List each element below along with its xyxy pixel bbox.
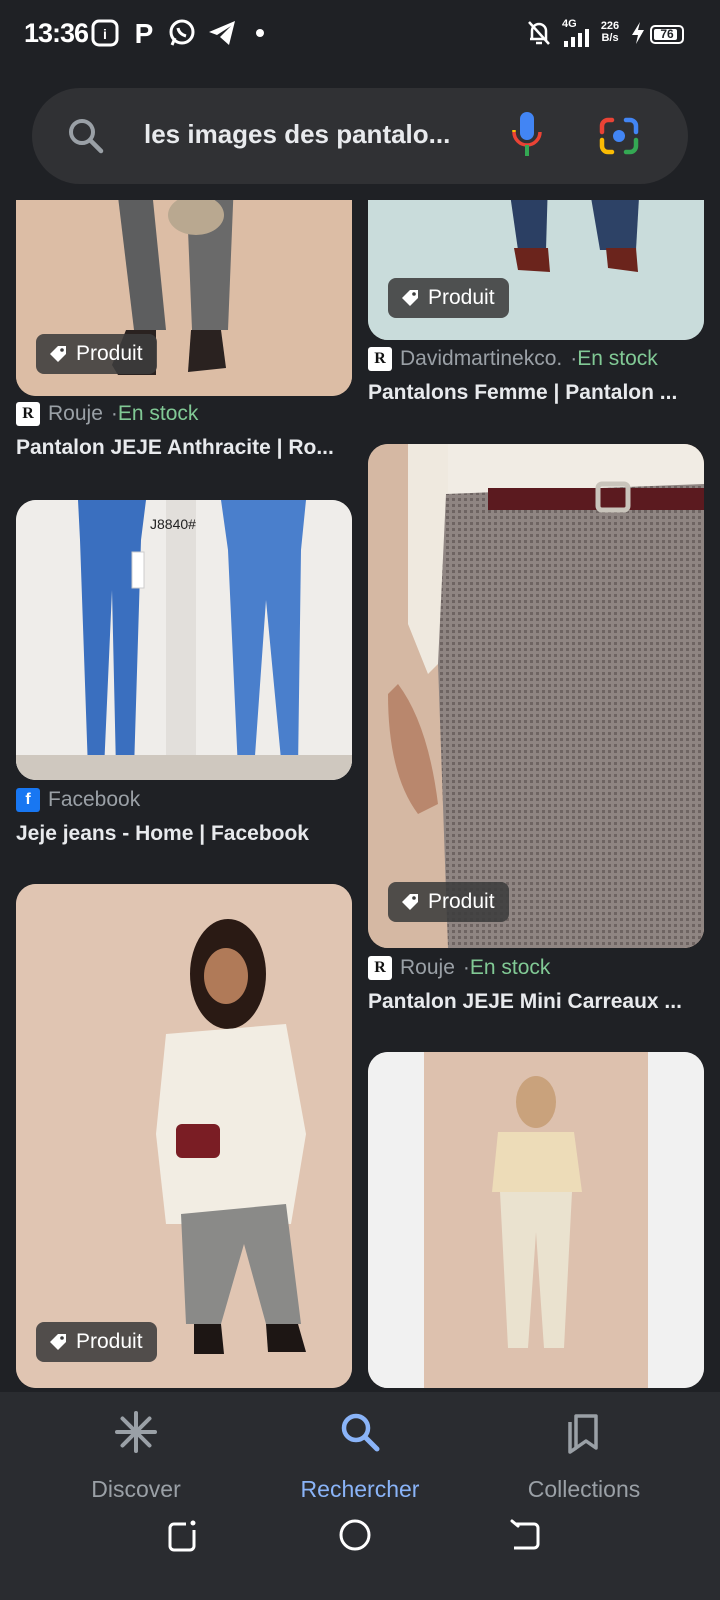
battery-icon: 76 [650, 25, 684, 44]
home-icon[interactable] [338, 1518, 372, 1557]
product-badge: Produit [388, 882, 509, 922]
bottom-navigation: Discover Rechercher Collections [0, 1392, 720, 1600]
result-source[interactable]: R Rouje · En stock [368, 956, 550, 980]
result-card[interactable]: Produit R Rouje · En stock Pantalon JEJE… [16, 200, 352, 470]
source-separator: · [570, 347, 578, 370]
result-card[interactable]: Produit R Davidmartinekco. · En stock Pa… [368, 200, 704, 420]
product-badge: Produit [36, 1322, 157, 1362]
result-title[interactable]: Pantalon JEJE Anthracite | Ro... [16, 436, 352, 460]
search-icon[interactable] [66, 116, 106, 161]
search-bar[interactable]: les images des pantalo... [32, 88, 688, 184]
result-source[interactable]: R Davidmartinekco. · En stock [368, 347, 658, 371]
recents-icon[interactable] [166, 1518, 200, 1557]
result-image[interactable] [368, 200, 704, 340]
result-source[interactable]: f Facebook [16, 788, 140, 812]
nav-discover[interactable]: Discover [36, 1410, 236, 1502]
nav-label: Rechercher [300, 1476, 420, 1502]
whatsapp-icon [166, 18, 198, 48]
asterisk-icon [115, 1411, 157, 1453]
stock-status: En stock [117, 402, 199, 425]
result-image[interactable]: J8840# [16, 500, 352, 780]
google-lens-icon[interactable] [598, 116, 640, 161]
back-icon[interactable] [508, 1518, 542, 1557]
nav-label: Collections [527, 1476, 641, 1502]
collections-icon [568, 1414, 598, 1454]
notification-dot-icon [254, 18, 266, 48]
source-name: Rouje [48, 402, 103, 425]
status-bar: 13:36 i P 4G 226 B/s 76 [0, 0, 720, 72]
source-name: Facebook [48, 788, 141, 811]
product-badge: Produit [36, 334, 157, 374]
nav-search[interactable]: Rechercher [260, 1410, 460, 1502]
source-separator: · [462, 956, 470, 979]
svg-text:i: i [103, 26, 107, 42]
gallery-app-icon: i [90, 18, 120, 48]
tag-icon [402, 290, 418, 306]
search-icon [341, 1413, 380, 1452]
nav-collections[interactable]: Collections [484, 1410, 684, 1502]
image-results-grid[interactable]: Produit R Rouje · En stock Pantalon JEJE… [0, 200, 720, 1388]
source-name: Davidmartinekco. [400, 347, 563, 370]
stock-status: En stock [469, 956, 551, 979]
signal-icon [562, 28, 592, 48]
result-card[interactable] [368, 1052, 704, 1388]
parking-app-icon: P [132, 18, 156, 48]
search-query[interactable]: les images des pantalo... [144, 119, 494, 150]
rouje-favicon-icon: R [368, 956, 392, 980]
badge-label: Produit [76, 342, 143, 365]
davidmartinek-favicon-icon: R [368, 347, 392, 371]
result-title[interactable]: Jeje jeans - Home | Facebook [16, 822, 352, 846]
rouje-favicon-icon: R [16, 402, 40, 426]
badge-label: Produit [76, 1330, 143, 1353]
speed-unit: B/s [601, 32, 619, 44]
nav-label: Discover [91, 1476, 181, 1502]
telegram-icon [206, 18, 238, 48]
result-source[interactable]: R Rouje · En stock [16, 402, 198, 426]
facebook-favicon-icon: f [16, 788, 40, 812]
result-card[interactable]: J8840# f Facebook Jeje jeans - Home | Fa… [16, 500, 352, 850]
mute-icon [524, 18, 554, 48]
result-card[interactable]: Produit R Rouje · En stock Pantalon JEJE… [368, 444, 704, 1024]
result-card[interactable]: Produit [16, 884, 352, 1388]
speed-value: 226 [600, 20, 620, 32]
result-image[interactable] [16, 884, 352, 1388]
svg-text:P: P [135, 19, 154, 47]
result-title[interactable]: Pantalon JEJE Mini Carreaux ... [368, 990, 704, 1014]
tag-icon [50, 346, 66, 362]
mic-icon[interactable] [510, 110, 544, 167]
tag-icon [402, 894, 418, 910]
result-title[interactable]: Pantalons Femme | Pantalon ... [368, 381, 704, 405]
badge-label: Produit [428, 286, 495, 309]
network-speed: 226 B/s [596, 20, 624, 44]
product-badge: Produit [388, 278, 509, 318]
image-caption: J8840# [150, 516, 196, 532]
status-time: 13:36 [24, 18, 89, 48]
charging-icon [630, 18, 646, 48]
tag-icon [50, 1334, 66, 1350]
stock-status: En stock [577, 347, 658, 370]
result-image[interactable] [368, 1052, 704, 1388]
result-image[interactable] [368, 444, 704, 948]
battery-level: 76 [660, 27, 674, 41]
source-name: Rouje [400, 956, 455, 979]
badge-label: Produit [428, 890, 495, 913]
source-separator: · [110, 402, 118, 425]
